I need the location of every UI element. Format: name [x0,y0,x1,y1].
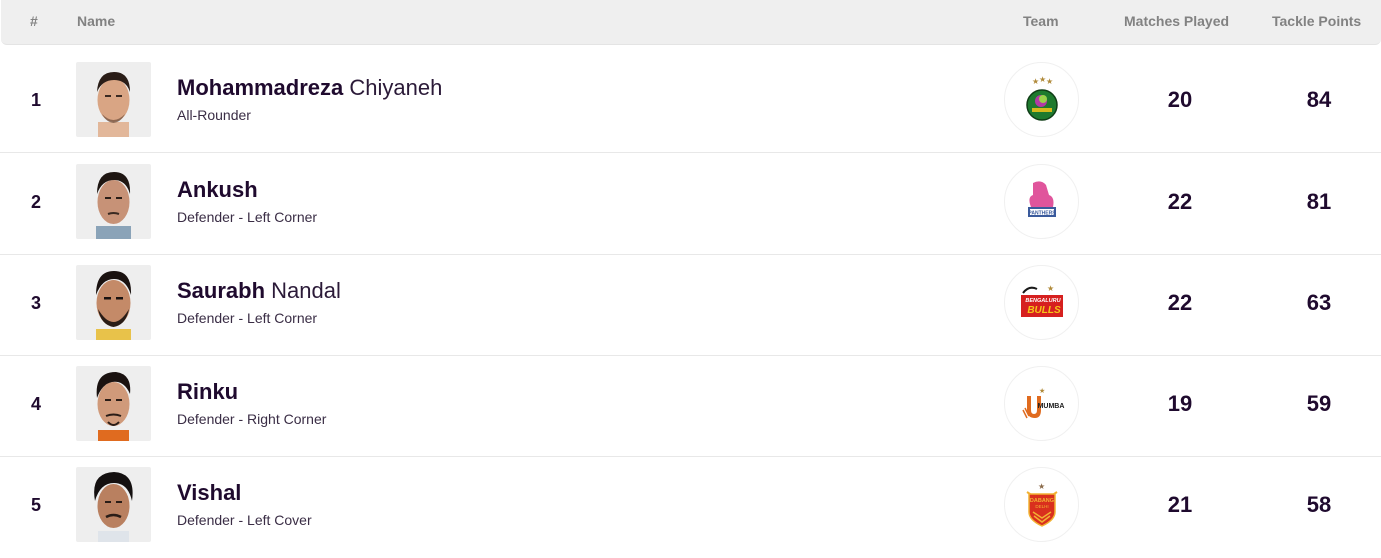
player-name[interactable]: Mohammadreza Chiyaneh [177,75,442,101]
svg-text:★: ★ [1039,387,1045,395]
player-rank: 1 [30,90,41,110]
table-row[interactable]: 1 Mohammadreza Chiyaneh All-Rounder ★ ★ … [0,52,1381,153]
svg-text:★: ★ [1047,284,1054,293]
tackle-points: 59 [1306,391,1332,416]
svg-text:BENGALURU: BENGALURU [1025,298,1061,304]
u-mumba-logo-icon: ★ MUMBA [1021,387,1064,418]
matches-played: 20 [1167,87,1193,112]
player-photo [76,62,151,137]
table-header: # Name Team Matches Played Tackle Points [1,0,1381,45]
player-first-name: Mohammadreza [177,75,344,100]
tackle-points: 84 [1306,87,1332,112]
matches-played: 22 [1167,290,1193,315]
player-rank: 3 [30,293,41,313]
player-photo [76,366,151,441]
player-avatar-icon [96,372,131,441]
player-photo [76,265,151,340]
team-logo[interactable]: ★ DABANG DELHI [1004,467,1079,542]
player-rank: 2 [30,192,41,212]
player-avatar-icon [96,172,131,239]
player-avatar-icon [94,472,133,542]
svg-text:DELHI: DELHI [1035,504,1048,509]
team-logo[interactable]: PANTHERS [1004,164,1079,239]
matches-played: 22 [1167,189,1193,214]
matches-played: 19 [1167,391,1193,416]
column-header-tackle-points[interactable]: Tackle Points [1272,13,1361,29]
player-rank: 4 [30,394,41,414]
player-position: Defender - Left Corner [177,310,318,326]
player-last-name: Chiyaneh [349,75,443,100]
player-position: All-Rounder [177,107,251,123]
player-name[interactable]: Vishal [177,480,241,506]
player-first-name: Saurabh [177,278,266,303]
team-logo[interactable]: ★ BENGALURU BULLS [1004,265,1079,340]
tackle-points: 58 [1306,492,1332,517]
player-last-name: Nandal [271,278,341,303]
table-row[interactable]: 4 Rinku Defender - Right Corner ★ MUMBA … [0,356,1381,457]
column-header-name[interactable]: Name [77,13,115,29]
column-header-matches-played[interactable]: Matches Played [1124,13,1229,29]
player-position: Defender - Right Corner [177,411,327,427]
bengaluru-bulls-logo-icon: ★ BENGALURU BULLS [1020,284,1063,317]
player-first-name: Rinku [177,379,239,404]
player-name[interactable]: Rinku [177,379,238,405]
player-position: Defender - Left Corner [177,209,318,225]
player-first-name: Vishal [177,480,242,505]
team-logo[interactable]: ★ MUMBA [1004,366,1079,441]
table-row[interactable]: 3 Saurabh Nandal Defender - Left Corner … [0,255,1381,356]
player-name[interactable]: Saurabh Nandal [177,278,341,304]
player-avatar-icon [97,72,130,137]
player-photo [76,467,151,542]
svg-text:MUMBA: MUMBA [1037,403,1064,410]
svg-text:★: ★ [1038,482,1045,491]
tackle-points: 81 [1306,189,1332,214]
player-avatar-icon [96,271,132,340]
team-logo[interactable]: ★ ★ ★ [1004,62,1079,137]
player-photo [76,164,151,239]
tackle-points: 63 [1306,290,1332,315]
column-header-team[interactable]: Team [1023,13,1059,29]
player-first-name: Ankush [177,177,258,202]
player-rank: 5 [30,495,41,515]
jaipur-pink-panthers-logo-icon: PANTHERS [1027,180,1056,217]
column-header-rank[interactable]: # [30,13,38,29]
table-row[interactable]: 5 Vishal Defender - Left Cover ★ DABANG … [0,457,1381,558]
patna-pirates-logo-icon: ★ ★ ★ [1025,75,1058,121]
dabang-delhi-logo-icon: ★ DABANG DELHI [1025,482,1058,527]
matches-played: 21 [1167,492,1193,517]
table-row[interactable]: 2 Ankush Defender - Left Corner PANTHERS [0,154,1381,255]
svg-text:PANTHERS: PANTHERS [1028,210,1056,216]
player-position: Defender - Left Cover [177,512,312,528]
svg-text:★: ★ [1046,77,1053,86]
svg-text:BULLS: BULLS [1027,305,1061,316]
player-name[interactable]: Ankush [177,177,258,203]
